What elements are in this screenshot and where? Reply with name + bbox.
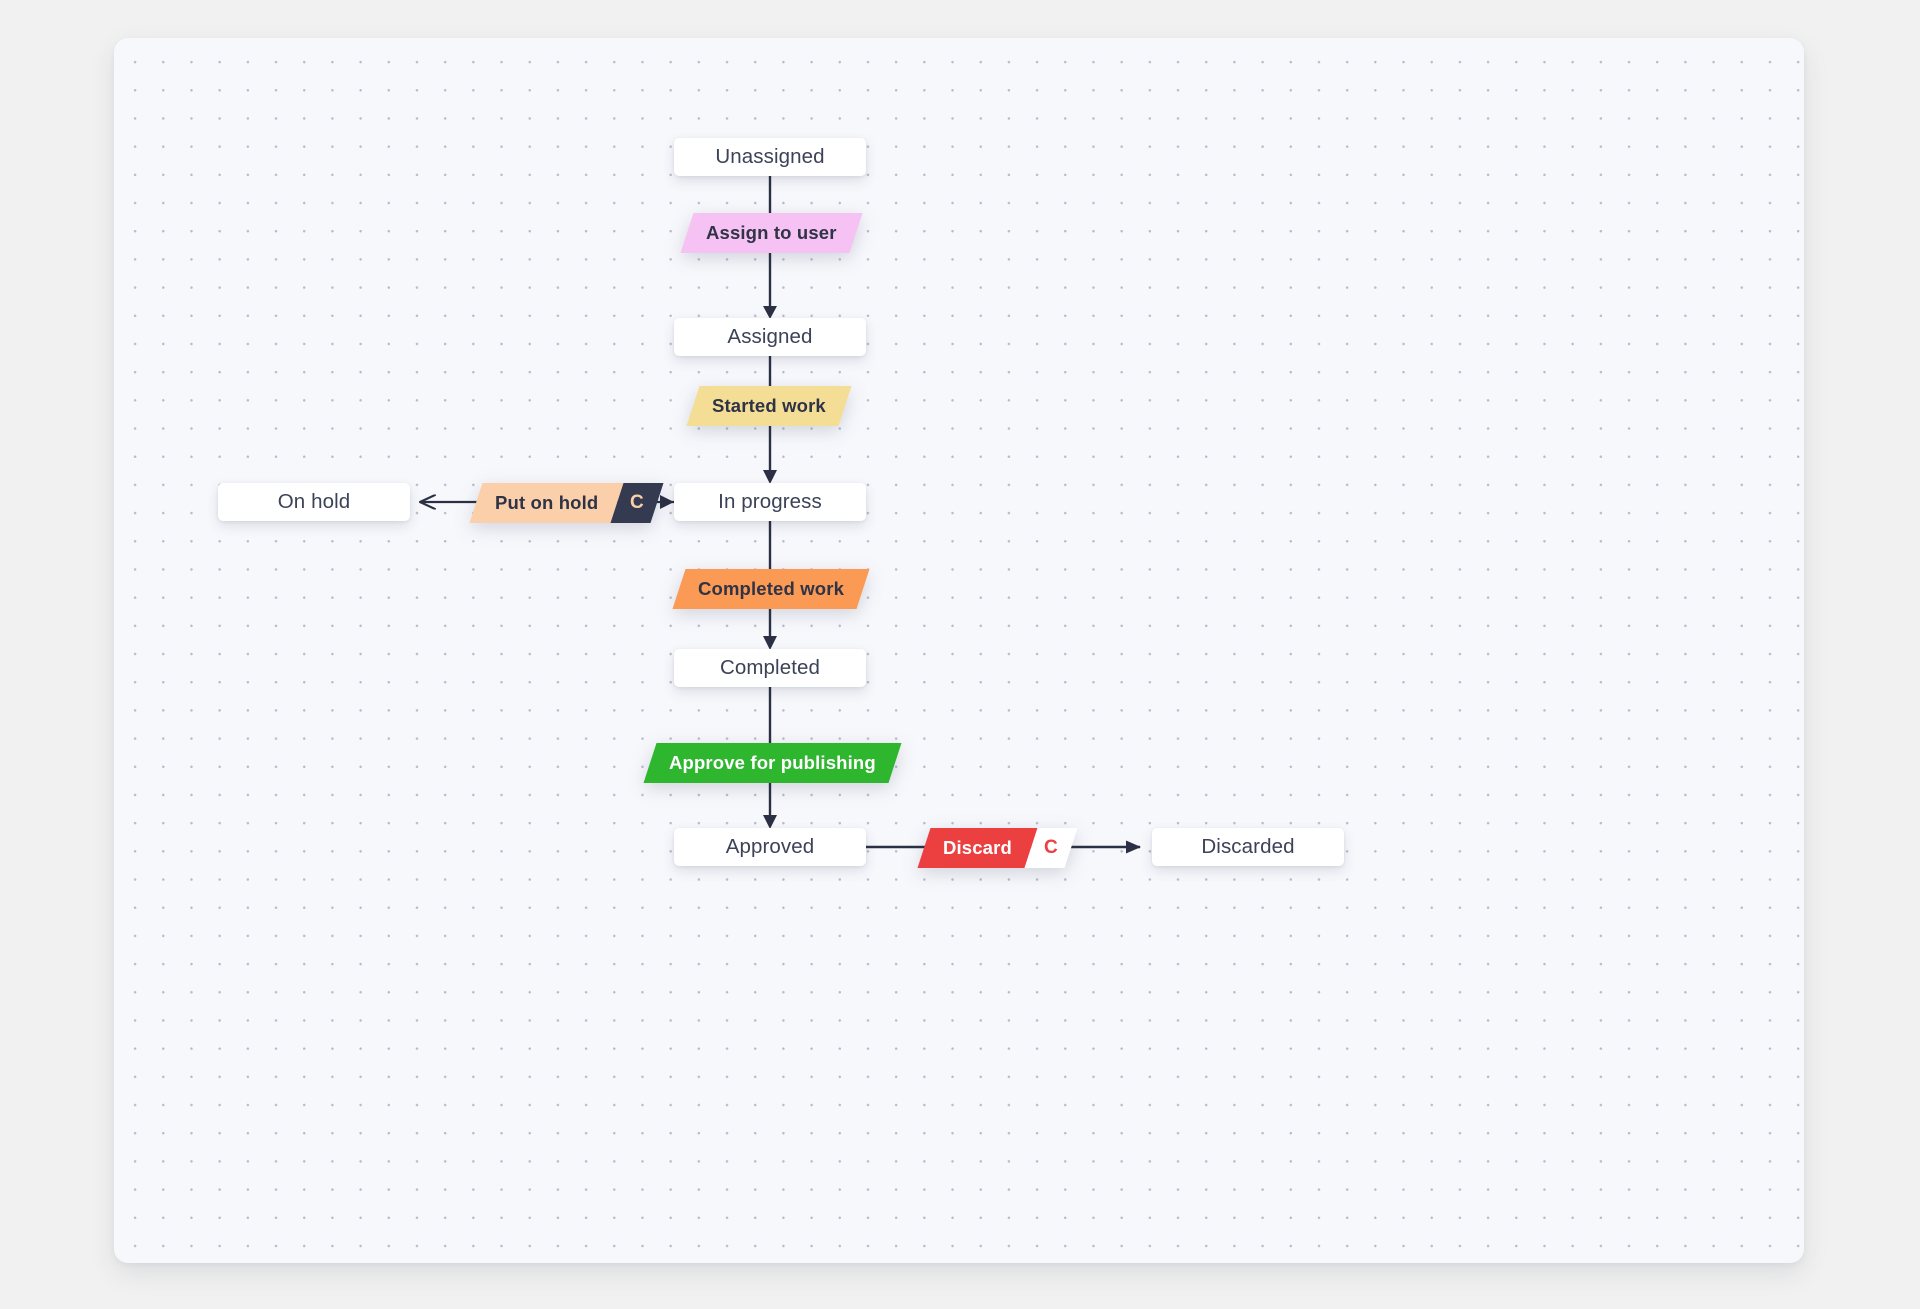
- state-node-on-hold[interactable]: On hold: [218, 483, 410, 521]
- transition-assign-to-user[interactable]: Assign to user: [680, 213, 863, 253]
- state-node-in-progress[interactable]: In progress: [674, 483, 866, 521]
- transition-approve-for-publishing[interactable]: Approve for publishing: [643, 743, 902, 783]
- edge-arrowhead-into-inprogress: [660, 495, 674, 509]
- diagram-canvas[interactable]: Unassigned Assigned In progress On hold …: [114, 38, 1804, 1263]
- transition-label-started-work: Started work: [686, 386, 852, 426]
- transition-label-put-on-hold: Put on hold: [469, 483, 624, 523]
- state-label-completed: Completed: [719, 656, 821, 679]
- state-label-on-hold: On hold: [277, 490, 351, 513]
- state-label-approved: Approved: [725, 835, 815, 858]
- transition-label-assign-to-user: Assign to user: [680, 213, 863, 253]
- transition-label-discard: Discard: [917, 828, 1038, 868]
- state-node-discarded[interactable]: Discarded: [1152, 828, 1344, 866]
- diagram-page: Unassigned Assigned In progress On hold …: [0, 0, 1920, 1309]
- transition-completed-work[interactable]: Completed work: [672, 569, 870, 609]
- state-label-discarded: Discarded: [1201, 835, 1295, 858]
- transition-discard[interactable]: Discard C: [917, 828, 1078, 868]
- state-label-assigned: Assigned: [727, 325, 813, 348]
- state-label-in-progress: In progress: [718, 490, 822, 513]
- transition-started-work[interactable]: Started work: [686, 386, 852, 426]
- transition-label-completed-work: Completed work: [672, 569, 870, 609]
- transition-label-approve-for-publishing: Approve for publishing: [643, 743, 902, 783]
- edges-layer: [114, 176, 1141, 854]
- state-node-assigned[interactable]: Assigned: [674, 318, 866, 356]
- state-node-unassigned[interactable]: Unassigned: [674, 138, 866, 176]
- state-node-completed[interactable]: Completed: [674, 649, 866, 687]
- transition-put-on-hold[interactable]: Put on hold C: [469, 483, 664, 523]
- state-node-approved[interactable]: Approved: [674, 828, 866, 866]
- state-label-unassigned: Unassigned: [715, 145, 825, 168]
